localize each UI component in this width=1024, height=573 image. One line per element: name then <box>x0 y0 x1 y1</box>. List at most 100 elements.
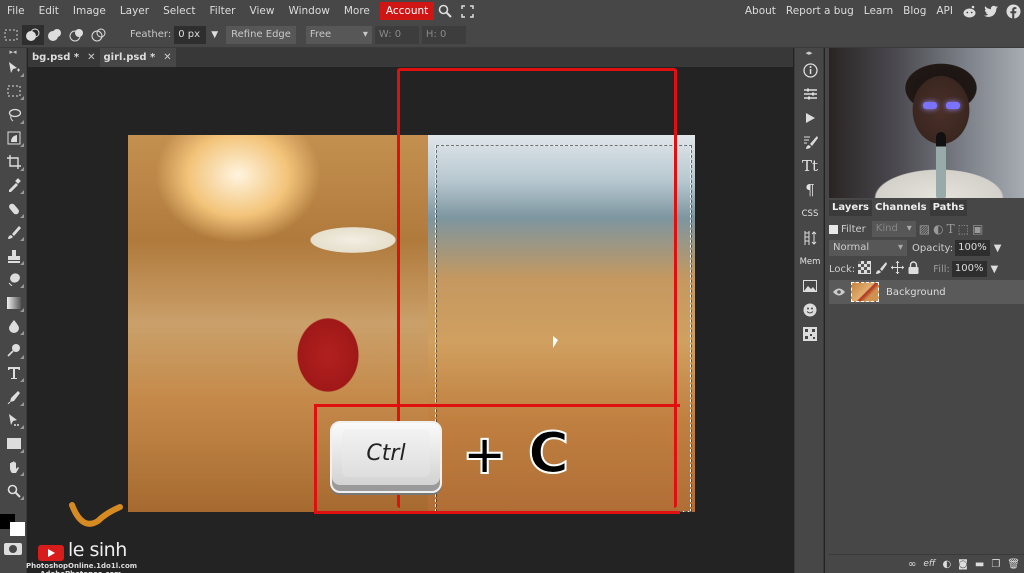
opacity-label: Opacity: <box>912 242 954 254</box>
visibility-eye-icon[interactable] <box>829 286 849 299</box>
width-input[interactable]: W: 0 <box>374 25 419 44</box>
lock-transparency-icon[interactable] <box>858 261 872 277</box>
search-icon[interactable] <box>434 0 456 22</box>
feather-dropdown-icon[interactable]: ▼ <box>211 30 218 40</box>
menu-edit[interactable]: Edit <box>32 0 66 22</box>
marquee-tool-icon[interactable] <box>0 80 27 104</box>
eyedropper-tool-icon[interactable] <box>0 174 27 198</box>
learn-link[interactable]: Learn <box>859 0 898 22</box>
panel-collapse-grip[interactable]: ◂▸ <box>795 48 823 58</box>
tab-paths[interactable]: Paths <box>929 200 968 216</box>
rectangle-tool-icon[interactable] <box>0 432 27 456</box>
fill-input[interactable]: 100% <box>951 261 987 277</box>
blog-link[interactable]: Blog <box>898 0 931 22</box>
emoji-icon[interactable] <box>795 298 825 322</box>
gradient-tool-icon[interactable] <box>0 291 27 315</box>
feather-input[interactable]: 0 px <box>174 25 207 44</box>
blend-mode-select[interactable]: Normal <box>829 240 907 256</box>
image-icon[interactable] <box>795 274 825 298</box>
pen-tool-icon[interactable] <box>0 385 27 409</box>
brush-settings-icon[interactable] <box>795 130 825 154</box>
trash-icon[interactable]: 🗑 <box>1007 559 1020 570</box>
info-icon[interactable] <box>795 58 825 82</box>
lock-all-icon[interactable] <box>908 261 919 277</box>
tab-channels[interactable]: Channels <box>872 200 930 216</box>
measure-icon[interactable] <box>795 226 825 250</box>
style-select[interactable]: Free <box>305 25 372 44</box>
filter-shape-icon[interactable]: ⬚ <box>958 222 969 236</box>
actions-play-icon[interactable] <box>795 106 825 130</box>
layer-row[interactable]: Background <box>829 280 1024 304</box>
height-input[interactable]: H: 0 <box>421 25 466 44</box>
lock-position-icon[interactable] <box>891 261 905 277</box>
filter-adjustment-icon[interactable]: ◐ <box>933 222 943 236</box>
lasso-tool-icon[interactable] <box>0 103 27 127</box>
properties-icon[interactable] <box>795 82 825 106</box>
blur-tool-icon[interactable] <box>0 315 27 339</box>
filter-type-icon[interactable]: T <box>947 222 955 236</box>
close-icon[interactable]: ✕ <box>163 52 171 63</box>
subtract-selection-icon[interactable] <box>66 25 88 45</box>
menu-select[interactable]: Select <box>156 0 202 22</box>
menu-more[interactable]: More <box>337 0 377 22</box>
menu-filter[interactable]: Filter <box>203 0 243 22</box>
close-icon[interactable]: ✕ <box>87 52 95 63</box>
folder-icon[interactable]: ▬ <box>975 559 984 570</box>
tab-label: bg.psd * <box>32 52 80 63</box>
new-layer-icon[interactable]: ❐ <box>991 559 1000 570</box>
account-button[interactable]: Account <box>379 2 435 20</box>
lock-pixels-icon[interactable] <box>875 261 888 277</box>
move-tool-icon[interactable] <box>0 56 27 80</box>
filter-pixel-icon[interactable]: ▨ <box>919 222 930 236</box>
memory-panel-button[interactable]: Mem <box>795 250 825 274</box>
about-link[interactable]: About <box>740 0 781 22</box>
menu-layer[interactable]: Layer <box>113 0 156 22</box>
toolbar-collapse-grip[interactable]: ▸◂ <box>0 48 26 56</box>
brush-tool-icon[interactable] <box>0 221 27 245</box>
facebook-icon[interactable] <box>1002 0 1024 22</box>
paragraph-icon[interactable]: ¶ <box>795 178 825 202</box>
path-selection-tool-icon[interactable] <box>0 409 27 433</box>
marquee-tool-icon[interactable] <box>0 25 22 45</box>
add-selection-icon[interactable] <box>44 25 66 45</box>
tab-layers[interactable]: Layers <box>829 200 872 216</box>
opacity-input[interactable]: 100% <box>955 240 990 256</box>
twitter-icon[interactable] <box>980 0 1002 22</box>
hand-tool-icon[interactable] <box>0 456 27 480</box>
kind-select[interactable]: Kind <box>871 221 916 237</box>
background-color-swatch[interactable] <box>10 522 25 536</box>
qr-code-icon[interactable] <box>795 322 825 346</box>
quick-mask-icon[interactable] <box>4 543 22 555</box>
clone-stamp-tool-icon[interactable] <box>0 244 27 268</box>
fullscreen-icon[interactable] <box>456 0 478 22</box>
link-icon[interactable]: ∞ <box>908 559 916 570</box>
quick-selection-tool-icon[interactable] <box>0 127 27 151</box>
fill-dropdown-icon[interactable]: ▼ <box>991 264 999 275</box>
zoom-tool-icon[interactable] <box>0 479 27 503</box>
reddit-icon[interactable] <box>958 0 980 22</box>
mask-icon[interactable]: ◙ <box>958 559 968 570</box>
crop-tool-icon[interactable] <box>0 150 27 174</box>
type-tool-icon[interactable] <box>0 362 27 386</box>
menu-window[interactable]: Window <box>281 0 336 22</box>
api-link[interactable]: API <box>931 0 958 22</box>
menu-view[interactable]: View <box>243 0 282 22</box>
css-panel-button[interactable]: CSS <box>795 202 825 226</box>
opacity-dropdown-icon[interactable]: ▼ <box>994 243 1002 254</box>
eraser-tool-icon[interactable] <box>0 268 27 292</box>
new-selection-icon[interactable] <box>22 24 44 45</box>
tab-girl-psd[interactable]: girl.psd * ✕ <box>99 48 176 67</box>
menu-file[interactable]: File <box>0 0 32 22</box>
character-icon[interactable]: Tt <box>795 154 825 178</box>
refine-edge-button[interactable]: Refine Edge <box>226 25 296 44</box>
filter-smart-object-icon[interactable]: ▣ <box>972 222 983 236</box>
tab-bg-psd[interactable]: bg.psd * ✕ <box>28 48 100 67</box>
healing-brush-tool-icon[interactable] <box>0 197 27 221</box>
dodge-tool-icon[interactable] <box>0 338 27 362</box>
adjustment-icon[interactable]: ◐ <box>942 559 951 570</box>
menu-image[interactable]: Image <box>66 0 113 22</box>
intersect-selection-icon[interactable] <box>88 25 110 45</box>
effects-icon[interactable]: eff <box>923 559 935 569</box>
filter-checkbox[interactable] <box>829 224 838 234</box>
report-bug-link[interactable]: Report a bug <box>781 0 859 22</box>
